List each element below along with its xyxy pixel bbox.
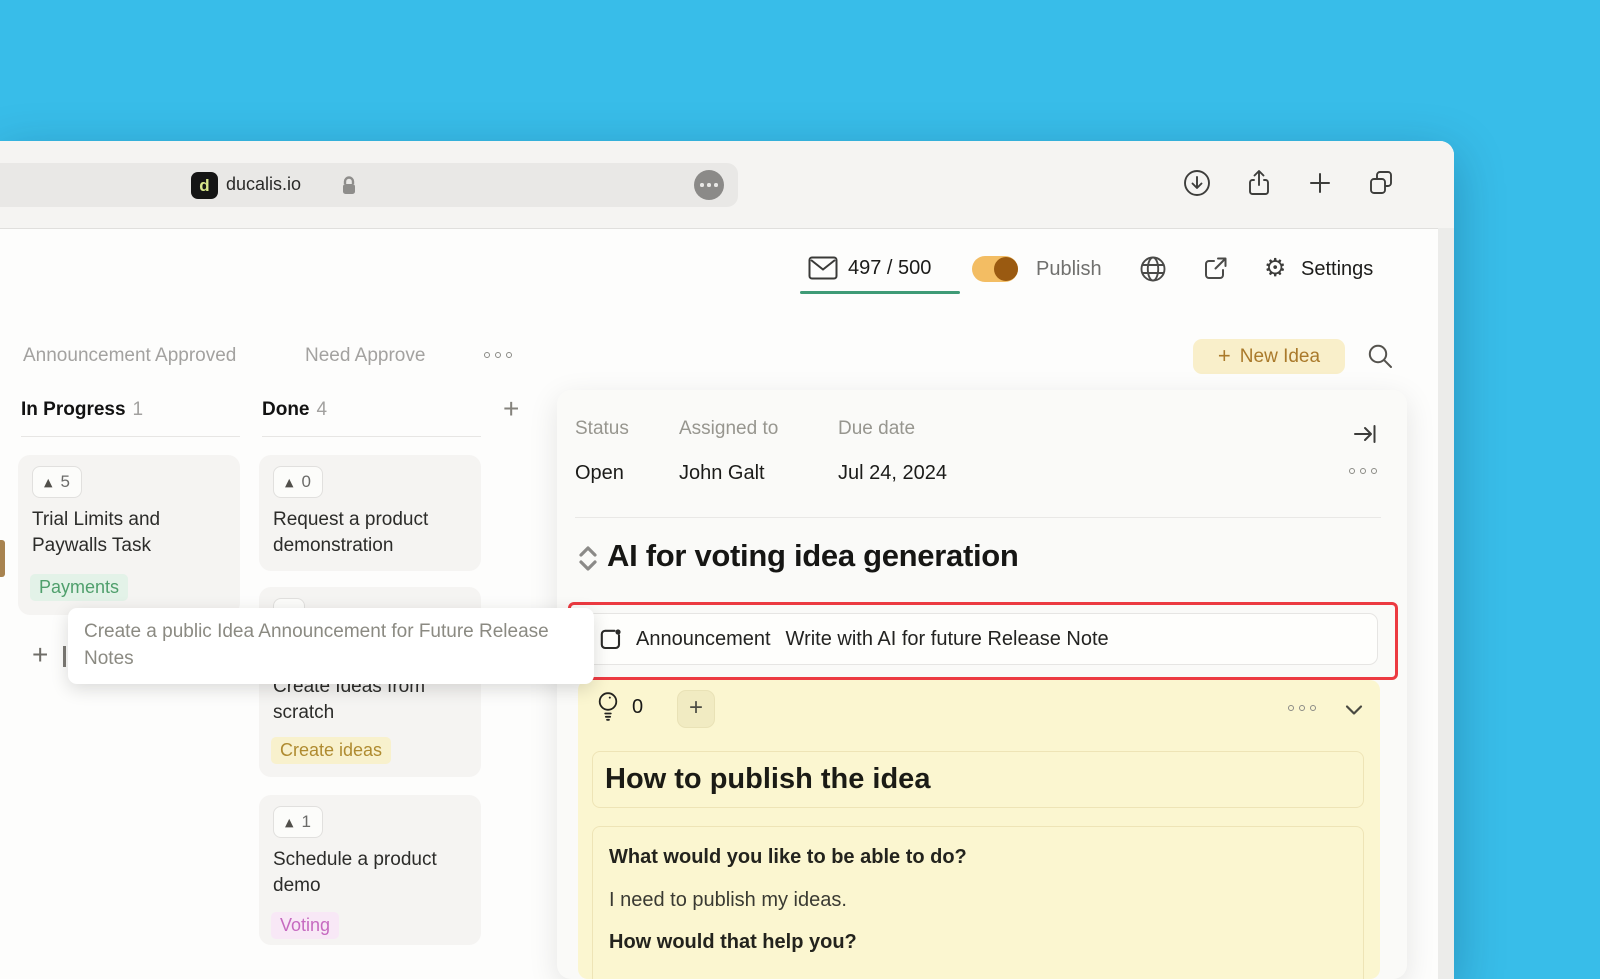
doc-question-1: What would you like to be able to do? [609, 846, 1347, 869]
page-settings-button[interactable] [694, 170, 724, 200]
vote-badge[interactable]: ▲ 5 [32, 466, 82, 498]
settings-button[interactable]: Settings [1301, 258, 1373, 281]
card-tag: Voting [271, 912, 339, 939]
assignee-value[interactable]: John Galt [679, 462, 765, 485]
column-header-in-progress: In Progress1 [21, 399, 143, 421]
left-edge-accent [0, 540, 5, 577]
status-label: Status [575, 418, 629, 440]
new-tab-button[interactable] [1305, 168, 1335, 198]
screen: d ducalis.io [0, 0, 1600, 979]
card-tag: Create ideas [271, 737, 391, 764]
quota-progress-underline [800, 291, 960, 294]
add-card-button[interactable]: + [32, 639, 48, 671]
idea-title[interactable]: AI for voting idea generation [607, 538, 1019, 574]
scrollbar[interactable] [1438, 228, 1454, 979]
card-trial-limits[interactable]: ▲ 5 Trial Limits and Paywalls Task Payme… [18, 455, 240, 615]
publish-label: Publish [1036, 258, 1102, 281]
sync-source-icon [578, 545, 598, 572]
tooltip: Create a public Idea Announcement for Fu… [68, 608, 594, 684]
doc-heading-block[interactable]: How to publish the idea [592, 751, 1364, 808]
gear-icon[interactable]: ⚙ [1264, 253, 1286, 282]
url-text: ducalis.io [226, 174, 301, 195]
due-date-label: Due date [838, 418, 915, 440]
column-header-done: Done4 [262, 399, 327, 421]
announcement-icon [598, 627, 623, 652]
browser-window: d ducalis.io [0, 141, 1454, 979]
tab-announcement-approved[interactable]: Announcement Approved [23, 345, 236, 367]
column-count: 4 [317, 399, 328, 420]
doc-more-button[interactable] [1288, 705, 1316, 711]
card-schedule-demo[interactable]: ▲ 1 Schedule a product demo Voting [259, 795, 481, 945]
announcement-type-label: Announcement [636, 628, 771, 651]
assigned-label: Assigned to [679, 418, 778, 440]
card-title: Trial Limits and Paywalls Task [32, 507, 228, 559]
new-idea-label: New Idea [1240, 346, 1320, 368]
vote-up-icon: ▲ [285, 816, 293, 829]
add-column-button[interactable]: + [503, 393, 519, 425]
language-globe-button[interactable] [1139, 255, 1167, 283]
quota-count: 497 / 500 [848, 257, 931, 280]
idea-detail-panel: Status Assigned to Due date Open John Ga… [557, 390, 1407, 979]
tab-need-approve[interactable]: Need Approve [305, 345, 425, 367]
site-favicon: d [191, 172, 218, 199]
column-divider [21, 436, 240, 437]
doc-question-2: How would that help you? [609, 931, 1347, 954]
vote-badge[interactable]: ▲ 0 [273, 466, 323, 498]
doc-answer-1: I need to publish my ideas. [609, 889, 1347, 912]
doc-votes-count: 0 [632, 696, 643, 719]
due-date-value[interactable]: Jul 24, 2024 [838, 462, 947, 485]
lock-icon [340, 175, 358, 197]
downloads-button[interactable] [1182, 168, 1212, 198]
address-bar[interactable]: d ducalis.io [0, 163, 738, 207]
column-divider [262, 436, 481, 437]
quota-envelope-icon [808, 256, 838, 280]
collapse-doc-button[interactable] [1344, 700, 1364, 720]
toggle-knob [994, 257, 1018, 281]
browser-toolbar: d ducalis.io [0, 141, 1454, 229]
announcement-row[interactable]: Announcement Write with AI for future Re… [580, 613, 1378, 665]
panel-more-button[interactable] [1349, 468, 1377, 474]
publish-toggle[interactable] [972, 256, 1018, 282]
tabs-more-button[interactable] [484, 352, 512, 358]
doc-body-block[interactable]: What would you like to be able to do? I … [592, 826, 1364, 979]
search-button[interactable] [1366, 342, 1394, 370]
highlight-red-box: Announcement Write with AI for future Re… [568, 602, 1398, 680]
card-tag: Payments [30, 574, 128, 601]
tab-overview-button[interactable] [1366, 168, 1396, 198]
card-title: Request a product demonstration [273, 507, 469, 559]
card-request-demo[interactable]: ▲ 0 Request a product demonstration [259, 455, 481, 571]
announcement-text: Write with AI for future Release Note [786, 628, 1109, 651]
lightbulb-icon [597, 691, 619, 723]
collapse-panel-button[interactable] [1352, 421, 1378, 447]
divider [575, 517, 1381, 518]
plus-icon: + [1218, 343, 1231, 369]
share-button[interactable] [1244, 168, 1274, 198]
status-value[interactable]: Open [575, 462, 624, 485]
add-card-label-sliver [63, 646, 66, 667]
new-idea-button[interactable]: + New Idea [1193, 339, 1345, 374]
open-external-button[interactable] [1202, 255, 1229, 282]
column-count: 1 [133, 399, 144, 420]
add-vote-button[interactable]: + [677, 690, 715, 728]
vote-up-icon: ▲ [285, 476, 293, 489]
doc-heading: How to publish the idea [593, 752, 1363, 808]
vote-badge[interactable]: ▲ 1 [273, 806, 323, 838]
card-title: Schedule a product demo [273, 847, 469, 899]
idea-doc-panel: 0 + How to publish the idea What would y… [578, 680, 1380, 979]
vote-up-icon: ▲ [44, 476, 52, 489]
